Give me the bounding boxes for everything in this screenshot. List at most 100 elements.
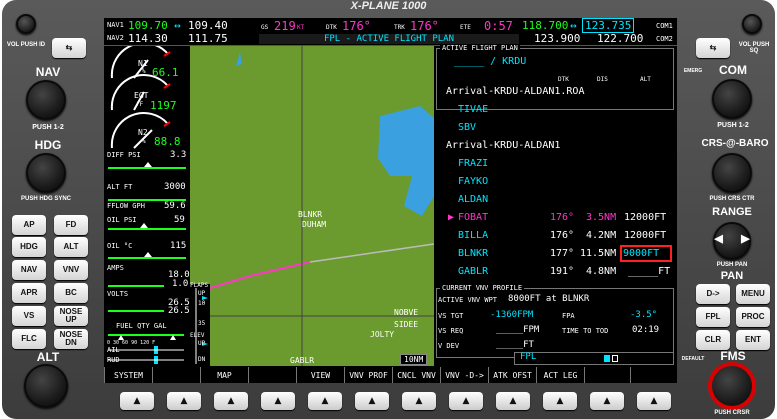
fpl-row-header-1[interactable]: Arrival-KRDU-ALDAN1.ROA <box>446 86 584 97</box>
triangle-up-icon: ▲ <box>368 396 376 406</box>
softkey-label-9[interactable]: ATK OFST <box>488 367 536 383</box>
crs-baro-knob[interactable] <box>712 153 752 193</box>
softkey-hw-4[interactable]: ▲ <box>261 392 295 410</box>
active-fpl-header: ACTIVE FLIGHT PLAN <box>440 44 520 52</box>
fpl-row-billa-dis: 4.2NM <box>586 230 617 241</box>
fpl-row-blnkr[interactable]: BLNKR <box>458 248 488 259</box>
com-swap-button[interactable]: ⇆ <box>696 38 730 58</box>
softkey-hw-11[interactable]: ▲ <box>590 392 624 410</box>
flc-button[interactable]: FLC <box>12 329 46 349</box>
fpl-row-blnkr-alt[interactable]: 9000FT <box>623 248 659 259</box>
fpl-button[interactable]: FPL <box>696 307 730 327</box>
fpl-row-aldan[interactable]: ALDAN <box>458 194 488 205</box>
oil-temp-value: 115 <box>170 241 187 251</box>
fpl-row-sbv[interactable]: SBV <box>458 122 476 133</box>
moving-map[interactable]: FLAPS UP 10 35 ELEV UP DN BLNKR DUHAM NO… <box>190 46 434 366</box>
fpl-row-tivae[interactable]: TIVAE <box>458 104 488 115</box>
fpl-row-billa-alt[interactable]: 12000FT <box>624 230 666 241</box>
fpl-row-fobat-alt[interactable]: 12000FT <box>624 212 666 223</box>
nav-button[interactable]: NAV <box>12 260 46 280</box>
softkey-hw-7[interactable]: ▲ <box>402 392 436 410</box>
softkey-label-4[interactable] <box>248 367 296 383</box>
softkey-label-10[interactable]: ACT LEG <box>536 367 584 383</box>
hdg-knob[interactable] <box>26 153 66 193</box>
n1-unit: % <box>142 68 146 75</box>
dtk-label: DTK <box>326 24 337 31</box>
softkey-hw-12[interactable]: ▲ <box>637 392 671 410</box>
egt-unit: °F <box>136 101 144 108</box>
softkey-label-2[interactable] <box>152 367 200 383</box>
fpl-row-blnkr-dtk: 177° <box>550 248 575 259</box>
bc-button[interactable]: BC <box>54 283 88 303</box>
direct-to-button[interactable]: D-> <box>696 284 730 304</box>
map-label-blnkr[interactable]: BLNKR <box>298 210 322 219</box>
com1-standby[interactable]: 123.735 <box>582 18 635 33</box>
alt-button[interactable]: ALT <box>54 237 88 257</box>
softkey-hw-10[interactable]: ▲ <box>543 392 577 410</box>
menu-button[interactable]: MENU <box>736 284 770 304</box>
fpl-row-fayko[interactable]: FAYKO <box>458 176 488 187</box>
vol-knob-left[interactable] <box>16 14 36 34</box>
map-label-gablr[interactable]: GABLR <box>290 356 314 365</box>
fpa-value[interactable]: -3.5° <box>630 310 657 320</box>
com-knob-label: COM <box>719 63 747 77</box>
ent-button[interactable]: ENT <box>736 330 770 350</box>
alt-knob[interactable] <box>24 364 68 408</box>
softkey-hw-3[interactable]: ▲ <box>214 392 248 410</box>
softkey-label-5[interactable]: VIEW <box>296 367 344 383</box>
crs-baro-label: CRS-@-BARO <box>701 138 769 149</box>
fpl-row-frazi[interactable]: FRAZI <box>458 158 488 169</box>
elev-up-label: UP <box>198 340 206 347</box>
nav-knob-label: NAV <box>35 65 61 79</box>
vs-tgt-value[interactable]: -1360FPM <box>490 310 533 320</box>
softkey-hw-1[interactable]: ▲ <box>120 392 154 410</box>
map-label-jolty[interactable]: JOLTY <box>370 330 394 339</box>
fms-knob[interactable] <box>710 364 754 408</box>
hdg-button[interactable]: HDG <box>12 237 46 257</box>
softkey-label-12[interactable] <box>630 367 677 383</box>
softkey-hw-9[interactable]: ▲ <box>496 392 530 410</box>
softkey-label-7[interactable]: CNCL VNV <box>392 367 440 383</box>
fpl-row-fobat[interactable]: FOBAT <box>458 212 488 223</box>
flaps-35-label: 35 <box>198 320 206 327</box>
softkey-hw-5[interactable]: ▲ <box>308 392 342 410</box>
nav1-active: 109.70 <box>128 19 168 32</box>
fpl-row-gablr[interactable]: GABLR <box>458 266 488 277</box>
ap-button[interactable]: AP <box>12 215 46 235</box>
softkey-hw-6[interactable]: ▲ <box>355 392 389 410</box>
fd-button[interactable]: FD <box>54 215 88 235</box>
softkey-label-1[interactable]: SYSTEM <box>104 367 152 383</box>
softkey-hw-2[interactable]: ▲ <box>167 392 201 410</box>
proc-button[interactable]: PROC <box>736 307 770 327</box>
map-label-sidee[interactable]: SIDEE <box>394 320 418 329</box>
fpl-route[interactable]: _____ / KRDU <box>454 56 526 67</box>
ete-label: ETE <box>460 24 471 31</box>
nose-dn-button[interactable]: NOSE DN <box>54 329 88 349</box>
triangle-up-icon: ▲ <box>133 396 141 406</box>
softkey-hw-8[interactable]: ▲ <box>449 392 483 410</box>
vs-button[interactable]: VS <box>12 306 46 326</box>
nav-knob[interactable] <box>26 80 66 120</box>
fpl-row-billa[interactable]: BILLA <box>458 230 488 241</box>
softkey-label-11[interactable] <box>584 367 630 383</box>
softkey-label-3[interactable]: MAP <box>200 367 248 383</box>
softkey-label-8[interactable]: VNV -D-> <box>440 367 488 383</box>
com-knob[interactable] <box>712 79 752 119</box>
col-dtk: DTK <box>558 76 569 83</box>
fpl-row-header-2[interactable]: Arrival-KRDU-ALDAN1 <box>446 140 560 151</box>
apr-button[interactable]: APR <box>12 283 46 303</box>
vnv-button[interactable]: VNV <box>54 260 88 280</box>
softkey-label-6[interactable]: VNV PROF <box>344 367 392 383</box>
pan-label: PAN <box>720 270 744 282</box>
diff-psi-label: DIFF PSI <box>107 151 141 159</box>
map-label-nobve[interactable]: NOBVE <box>394 308 418 317</box>
softkey-label-bar: SYSTEM MAP VIEW VNV PROF CNCL VNV VNV -D… <box>104 367 677 383</box>
nav-swap-button[interactable]: ⇆ <box>52 38 86 58</box>
clr-button[interactable]: CLR <box>696 330 730 350</box>
nose-up-button[interactable]: NOSE UP <box>54 306 88 326</box>
n1-label: N1 <box>138 59 148 68</box>
vol-knob-right[interactable] <box>742 14 762 34</box>
fpl-row-gablr-alt[interactable]: _____FT <box>628 266 670 277</box>
nav2-active: 114.30 <box>128 32 168 45</box>
map-label-duham[interactable]: DUHAM <box>302 220 326 229</box>
